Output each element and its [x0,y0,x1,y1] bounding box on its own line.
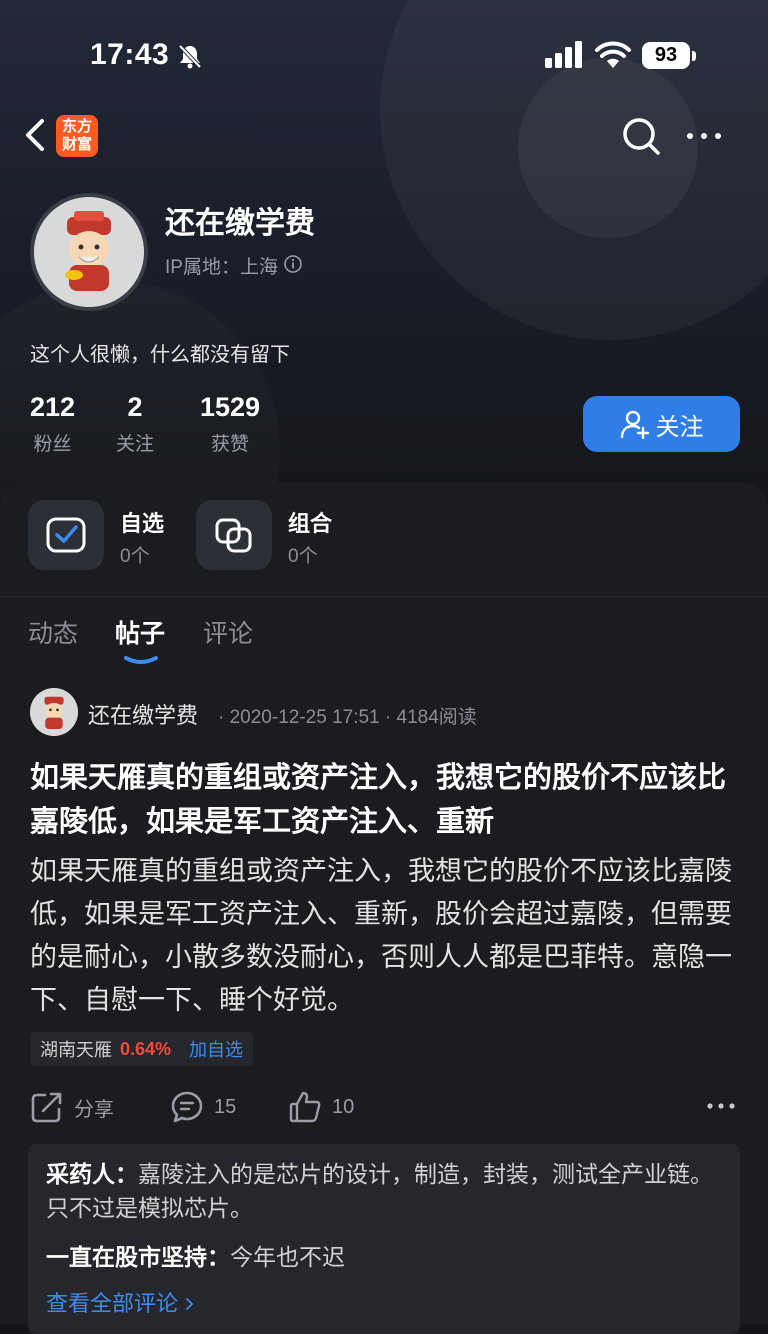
view-all-label: 查看全部评论 [46,1291,179,1316]
post-author-avatar[interactable] [30,688,78,736]
post-body[interactable]: 如果天雁真的重组或资产注入，我想它的股价不应该比嘉陵低，如果是军工资产注入、重新… [30,850,744,1022]
stat-value: 212 [30,392,76,422]
watchlist-title: 自选 [120,511,165,536]
likes-count: 10 [332,1095,355,1118]
comment-item[interactable]: 采药人：嘉陵注入的是芯片的设计，制造，封装，测试全产业链。只不过是模拟芯片。 [46,1157,726,1225]
view-all-comments-link[interactable]: 查看全部评论 [46,1286,196,1318]
add-user-icon [620,410,649,439]
search-icon[interactable] [620,115,662,162]
stock-name: 湖南天雁 [40,1040,112,1060]
checkbox-icon [46,517,86,553]
tab-activity[interactable]: 动态 [28,614,78,650]
comment-author[interactable]: 采药人： [46,1161,138,1187]
stat-fans[interactable]: 212 粉丝 [30,392,75,456]
decorative-circle [0,280,280,500]
post-meta: · 2020-12-25 17:51 · 4184阅读 [218,707,477,728]
stat-value: 1529 [200,392,261,422]
info-icon[interactable] [283,254,303,279]
comment-item[interactable]: 一直在股市坚持：今年也不迟 [46,1240,726,1274]
profile-bio: 这个人很懒，什么都没有留下 [30,344,290,366]
active-tab-indicator [124,652,158,670]
comments-preview: 采药人：嘉陵注入的是芯片的设计，制造，封装，测试全产业链。只不过是模拟芯片。 一… [28,1144,740,1334]
battery-indicator: 93 [642,42,690,69]
ip-location: IP属地：上海 [165,257,278,278]
stock-change: 0.64% [120,1038,172,1059]
follow-button[interactable]: 关注 [583,396,740,452]
watchlist-count: 0个 [120,546,150,567]
stat-label: 粉丝 [33,434,72,455]
status-time: 17:43 [90,38,170,71]
portfolio-title: 组合 [288,511,333,536]
watchlist-button[interactable] [28,500,104,570]
tab-posts[interactable]: 帖子 [115,614,165,650]
back-arrow-icon[interactable] [22,115,48,160]
post-title[interactable]: 如果天雁真的重组或资产注入，我想它的股价不应该比嘉陵低，如果是军工资产注入、重新 [30,756,740,844]
comment-icon [171,1091,203,1123]
section-divider [0,596,768,597]
logo-line: 东方 [61,118,92,135]
top-nav: 东方 财富 [0,105,768,165]
thumbs-up-icon [289,1091,321,1123]
like-button[interactable]: 10 [288,1090,354,1124]
portfolio-count: 0个 [288,546,318,567]
comments-count: 15 [214,1095,237,1118]
share-label: 分享 [74,1098,114,1121]
battery-tip [692,51,696,61]
stat-likes[interactable]: 1529 获赞 [200,392,260,456]
cellular-signal-icon [545,40,585,73]
share-icon [31,1092,62,1123]
stock-tag[interactable]: 湖南天雁 0.64% 加自选 [30,1032,254,1066]
profile-name: 还在缴学费 [165,207,315,240]
silent-bell-icon [176,42,204,75]
combo-icon [215,518,252,553]
wifi-icon [594,40,632,75]
stat-value: 2 [127,392,143,422]
stat-label: 获赞 [211,434,250,455]
tab-comments[interactable]: 评论 [203,614,253,650]
post-author-name[interactable]: 还在缴学费 [88,698,198,730]
more-options-icon[interactable] [686,115,722,162]
share-button[interactable]: 分享 [30,1090,114,1124]
chevron-right-icon [186,1298,194,1310]
comment-text: 今年也不迟 [230,1244,345,1270]
comment-text: 嘉陵注入的是芯片的设计，制造，封装，测试全产业链。只不过是模拟芯片。 [46,1161,713,1221]
status-bar: 17:43 93 [0,0,768,110]
follow-label: 关注 [655,413,704,441]
logo-line: 财富 [61,136,92,153]
add-to-watchlist-link[interactable]: 加自选 [189,1036,243,1062]
post-more-icon[interactable] [706,1094,736,1123]
comment-button[interactable]: 15 [170,1090,236,1124]
app-logo: 东方 财富 [56,115,98,157]
portfolio-button[interactable] [196,500,272,570]
comment-author[interactable]: 一直在股市坚持： [46,1244,230,1270]
profile-avatar[interactable] [30,193,148,311]
stat-label: 关注 [116,434,155,455]
stat-following[interactable]: 2 关注 [116,392,154,456]
